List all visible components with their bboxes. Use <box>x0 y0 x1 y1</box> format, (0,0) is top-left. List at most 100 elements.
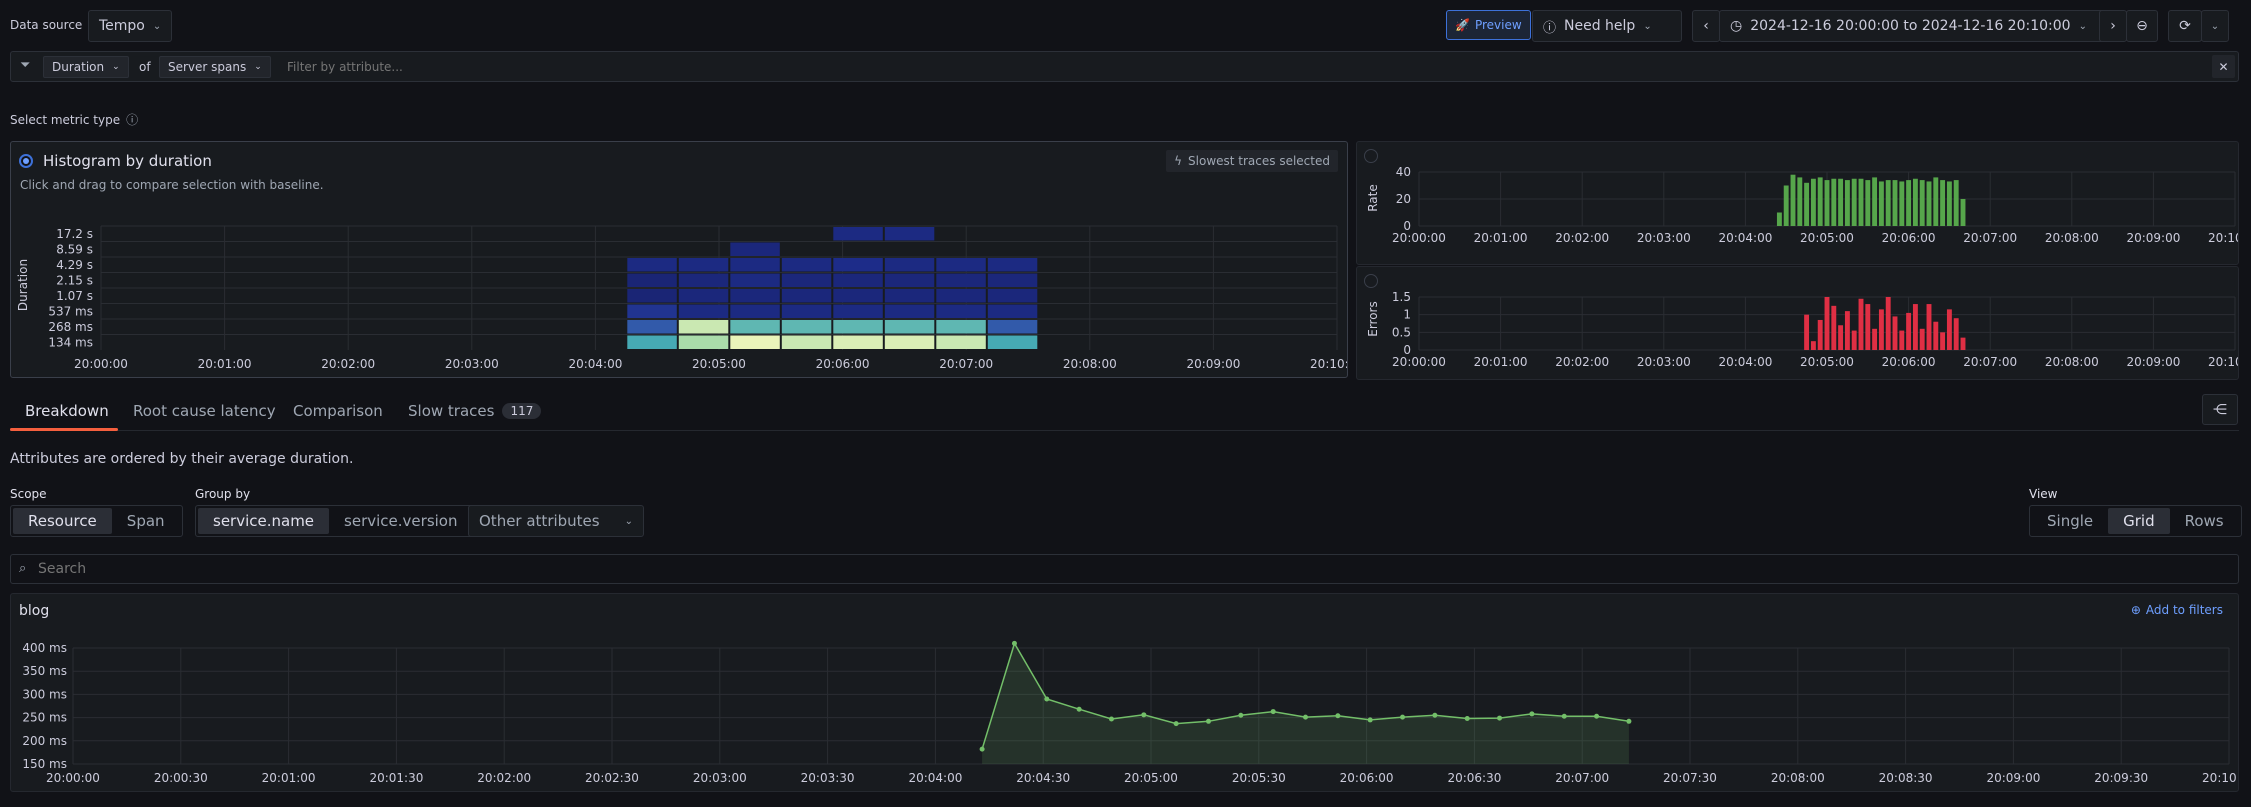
chevron-down-icon: ⌄ <box>2078 20 2087 32</box>
tab-comparison[interactable]: Comparison <box>293 402 383 420</box>
help-circle-icon: ⓘ <box>1543 20 1557 36</box>
heatmap-cell <box>678 320 729 334</box>
heatmap-cell <box>678 289 729 303</box>
clear-filters-button[interactable]: ✕ <box>2212 55 2235 78</box>
view-label: View <box>2029 487 2058 501</box>
bar <box>1892 316 1898 350</box>
bar <box>1858 298 1864 350</box>
data-point <box>1238 712 1244 718</box>
data-point <box>1076 706 1082 712</box>
x-tick-label: 20:02:00 <box>1555 231 1609 245</box>
bar <box>1831 305 1837 350</box>
blog-latency-chart[interactable]: 150 ms 200 ms 250 ms 300 ms 350 ms 400 ms 20:… <box>11 594 2238 791</box>
heatmap-cell <box>730 320 780 334</box>
errors-chart[interactable]: 00.511.5 20:00:00 20:01:00 20:02:00 20:03:0… <box>1357 267 2238 379</box>
other-attributes-select[interactable]: Other attributes ⌄ <box>468 505 644 537</box>
latency-area <box>982 643 1629 764</box>
heatmap-cell <box>730 304 780 318</box>
search-icon: ⌕ <box>19 561 27 576</box>
chevron-down-icon: ⌄ <box>254 62 262 72</box>
heatmap-cell <box>627 258 677 272</box>
heatmap-cell <box>833 304 883 318</box>
need-help-button[interactable]: ⓘ Need help ⌄ <box>1532 10 1682 42</box>
heatmap-cell <box>627 335 677 349</box>
x-tick-label: 20:07:00 <box>939 357 993 371</box>
search-input[interactable] <box>38 559 2218 579</box>
y-tick-label: 4.29 s <box>56 258 93 272</box>
chevron-down-icon: ⌄ <box>2210 20 2220 32</box>
heatmap-cell <box>936 273 986 287</box>
bar <box>1912 178 1918 226</box>
time-shift-back-button[interactable]: ‹ <box>1692 10 1720 42</box>
blog-panel[interactable]: blog ⊕ Add to filters 150 ms 200 ms 250 ms… <box>10 593 2239 792</box>
histogram-panel[interactable]: Histogram by duration Click and drag to … <box>10 141 1348 378</box>
bar <box>1885 297 1891 350</box>
tab-root-cause-latency[interactable]: Root cause latency <box>133 402 276 420</box>
time-range-picker[interactable]: ◷ 2024-12-16 20:00:00 to 2024-12-16 20:1… <box>1719 10 2110 42</box>
heatmap-cell <box>781 273 832 287</box>
tab-slow-traces-label: Slow traces <box>408 402 495 420</box>
errors-ylabel: Errors <box>1366 301 1380 337</box>
bar <box>1824 180 1830 226</box>
slow-traces-count-badge: 117 <box>502 403 542 419</box>
x-tick-label: 20:02:00 <box>1555 355 1609 369</box>
histogram-ylabel: Duration <box>16 259 30 311</box>
x-tick-label: 20:03:00 <box>1637 355 1691 369</box>
view-single-option[interactable]: Single <box>2032 508 2108 534</box>
chevron-right-icon: › <box>2110 18 2116 34</box>
heatmap-cell <box>884 320 935 334</box>
y-tick-label: 17.2 s <box>56 227 93 241</box>
x-tick-label: 20:02:00 <box>477 771 531 785</box>
x-tick-label: 20:08:00 <box>1063 357 1117 371</box>
data-source-picker[interactable]: Tempo ⌄ <box>88 10 173 42</box>
heatmap-cell <box>627 320 677 334</box>
group-service-name-option[interactable]: service.name <box>198 508 330 534</box>
bar <box>1872 177 1878 226</box>
bar <box>1885 180 1891 226</box>
scope-resource-option[interactable]: Resource <box>13 508 112 534</box>
data-point <box>1497 715 1503 721</box>
heatmap-cell <box>987 289 1038 303</box>
tab-breakdown[interactable]: Breakdown <box>25 402 109 420</box>
span-type-select[interactable]: Server spans ⌄ <box>159 56 271 78</box>
preview-button[interactable]: 🚀 Preview <box>1446 10 1531 40</box>
group-by-selector: service.name service.version <box>195 505 476 537</box>
rate-chart[interactable]: 02040 20:00:00 20:01:00 20:02:00 20:03:00 20… <box>1357 142 2238 264</box>
x-tick-label: 20:04:00 <box>1718 355 1772 369</box>
scope-span-option[interactable]: Span <box>112 508 180 534</box>
group-service-version-option[interactable]: service.version <box>329 508 472 534</box>
bar <box>1783 185 1789 226</box>
histogram-chart[interactable]: 134 ms268 ms 537 ms1.07 s 2.15 s4.29 s 8.59… <box>11 142 1347 377</box>
x-tick-label: 20:06:30 <box>1447 771 1501 785</box>
heatmap-cell <box>833 335 883 349</box>
bar <box>1933 321 1939 350</box>
y-tick-label: 2.15 s <box>56 273 93 287</box>
heatmap-cell <box>678 273 729 287</box>
bar <box>1790 174 1796 226</box>
y-tick-label: 1.5 <box>1392 290 1411 304</box>
view-grid-option[interactable]: Grid <box>2108 508 2170 534</box>
metric-select[interactable]: Duration ⌄ <box>43 56 129 78</box>
info-icon: ⓘ <box>126 113 139 127</box>
x-tick-label: 20:08:30 <box>1879 771 1933 785</box>
of-label: of <box>139 60 151 74</box>
refresh-interval-button[interactable]: ⌄ <box>2201 10 2229 42</box>
bar <box>1960 337 1966 350</box>
x-tick-label: 20:05:30 <box>1232 771 1286 785</box>
data-point <box>1432 712 1438 718</box>
share-button[interactable]: ⋲ <box>2202 394 2238 425</box>
x-tick-label: 20:06:00 <box>1340 771 1394 785</box>
zoom-out-button[interactable]: ⊖ <box>2126 10 2158 42</box>
rate-panel[interactable]: 0 20 40 20:00:00 20:01:00 20:02:00 20:03:00 20… <box>1356 141 2239 265</box>
view-rows-option[interactable]: Rows <box>2170 508 2239 534</box>
x-tick-label: 20:05:00 <box>1124 771 1178 785</box>
attribute-filter-input[interactable] <box>287 57 2187 77</box>
errors-panel[interactable]: 0 0.5 1 1.5 20:00:00 20:01:00 20:02:00 20:03:0… <box>1356 266 2239 380</box>
time-shift-forward-button[interactable]: › <box>2099 10 2127 42</box>
x-tick-label: 20:02:30 <box>585 771 639 785</box>
x-tick-label: 20:01:00 <box>198 357 252 371</box>
bar <box>1926 304 1932 350</box>
tab-slow-traces[interactable]: Slow traces 117 <box>408 402 542 420</box>
refresh-button[interactable]: ⟳ <box>2168 10 2202 42</box>
heatmap-cell <box>833 320 883 334</box>
